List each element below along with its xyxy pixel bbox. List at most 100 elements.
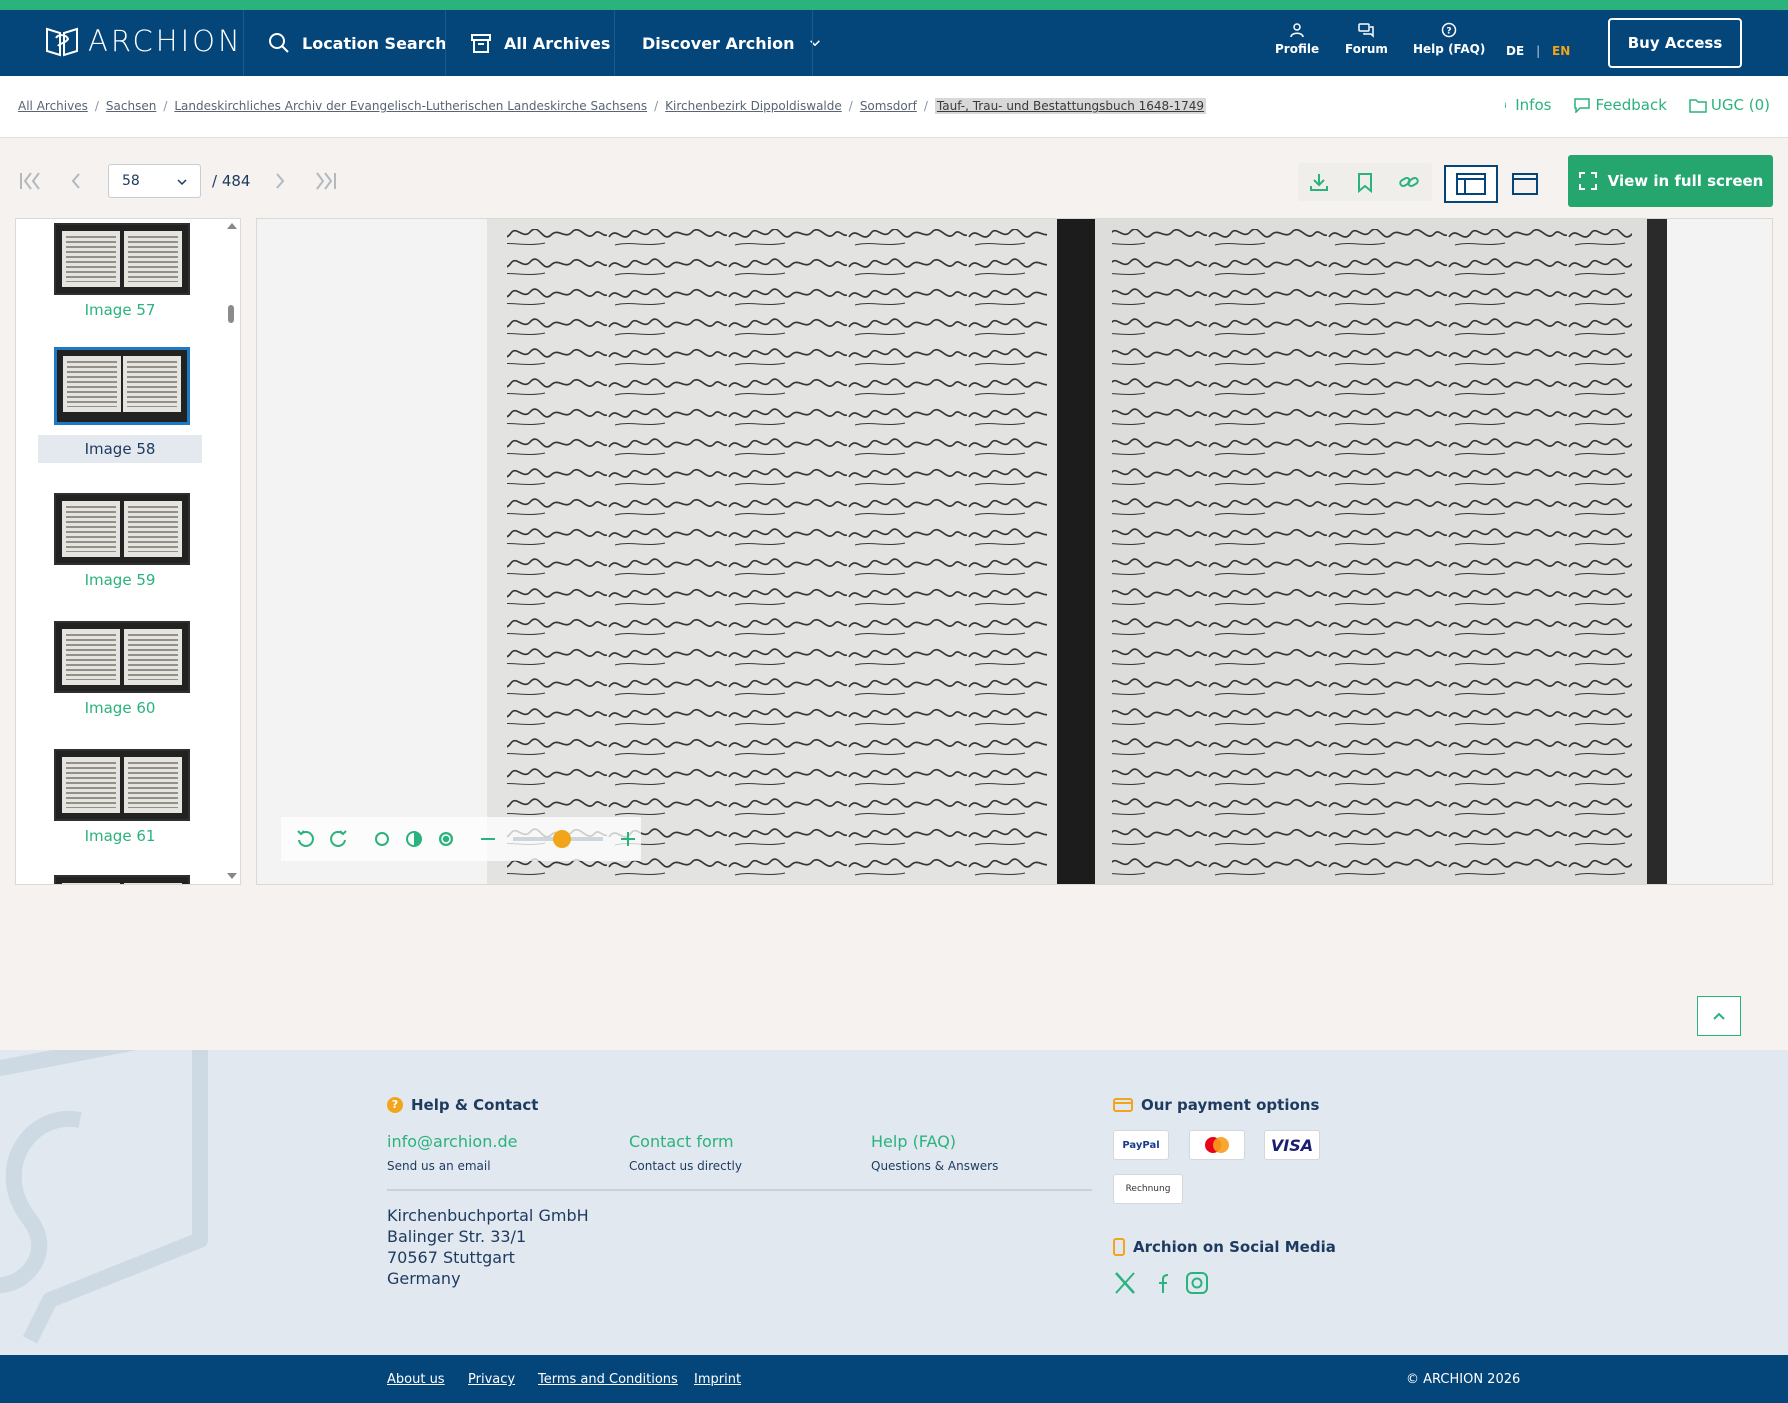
breadcrumb: All Archives / Sachsen / Landeskirchliches… (18, 98, 1207, 114)
mastercard-logo (1189, 1130, 1245, 1160)
buy-access-button[interactable]: Buy Access (1608, 18, 1742, 68)
copyright: © ARCHION 2026 (1406, 1372, 1521, 1387)
link-icon[interactable] (1398, 171, 1420, 193)
fullscreen-icon (1578, 172, 1597, 190)
nav-location-search[interactable]: Location Search (268, 10, 447, 76)
visa-logo: VISA (1264, 1130, 1320, 1160)
contact-email-link[interactable]: info@archion.de (387, 1132, 517, 1151)
bottom-bar: About us Privacy Terms and Conditions Im… (0, 1355, 1788, 1403)
address-line: 70567 Stuttgart (387, 1248, 515, 1267)
last-page-icon[interactable] (312, 167, 340, 195)
breadcrumb-separator: / (654, 99, 659, 113)
breadcrumb-link[interactable]: Sachsen (106, 99, 156, 113)
back-to-top-button[interactable] (1697, 996, 1741, 1036)
single-layout-button[interactable] (1498, 165, 1552, 203)
breadcrumb-link[interactable]: Kirchenbezirk Dippoldiswalde (665, 99, 842, 113)
contrast-icon[interactable] (403, 828, 425, 850)
saturation-icon[interactable] (435, 828, 457, 850)
x-icon[interactable] (1112, 1270, 1138, 1296)
search-icon (269, 33, 289, 53)
nav-forum[interactable]: Forum (1345, 22, 1388, 56)
rotate-left-icon[interactable] (295, 828, 317, 850)
download-icon[interactable] (1308, 171, 1330, 193)
address-line: Kirchenbuchportal GmbH (387, 1206, 589, 1225)
terms-link[interactable]: Terms and Conditions (538, 1372, 678, 1387)
facebook-icon[interactable] (1148, 1270, 1174, 1296)
privacy-link[interactable]: Privacy (468, 1372, 515, 1387)
page-actions: Infos Feedback UGC (0) (1505, 96, 1770, 114)
contact-email[interactable]: info@archion.de Send us an email (387, 1132, 517, 1173)
contact-form-sub: Contact us directly (629, 1159, 742, 1173)
archion-logo[interactable]: ARCHION (44, 24, 243, 58)
zoom-in-icon[interactable] (617, 828, 639, 850)
image-viewer[interactable] (256, 218, 1773, 885)
infos-link[interactable]: Infos (1505, 96, 1551, 114)
scanned-register-page (487, 219, 1667, 884)
first-page-icon[interactable] (16, 167, 44, 195)
image-adjust-toolbar (281, 817, 641, 861)
address-line: Balinger Str. 33/1 (387, 1227, 527, 1246)
nav-profile[interactable]: Profile (1275, 22, 1319, 56)
scrollbar-thumb[interactable] (228, 305, 234, 323)
credit-card-icon (1113, 1098, 1133, 1112)
feedback-link[interactable]: Feedback (1573, 96, 1667, 114)
zoom-slider-handle[interactable] (552, 830, 571, 848)
brand-name: ARCHION (88, 24, 243, 58)
breadcrumb-link[interactable]: Landeskirchliches Archiv der Evangelisch… (174, 99, 647, 113)
fullscreen-label: View in full screen (1607, 172, 1764, 190)
lang-de[interactable]: DE (1506, 44, 1524, 58)
zoom-slider[interactable] (513, 830, 603, 848)
ugc-label: UGC (0) (1710, 96, 1770, 114)
previous-page-icon[interactable] (62, 167, 90, 195)
ugc-link[interactable]: UGC (0) (1689, 96, 1770, 114)
contact-faq-link[interactable]: Help (FAQ) (871, 1132, 998, 1151)
thumbnail-image (54, 223, 190, 295)
nav-location-search-label: Location Search (302, 33, 447, 53)
rotate-right-icon[interactable] (327, 828, 349, 850)
breadcrumb-current[interactable]: Tauf-, Trau- und Bestattungsbuch 1648-17… (934, 98, 1207, 114)
breadcrumb-link[interactable]: All Archives (18, 99, 88, 113)
breadcrumb-link[interactable]: Somsdorf (860, 99, 917, 113)
nav-divider (243, 10, 244, 76)
nav-discover-label: Discover Archion (642, 33, 795, 53)
nav-all-archives[interactable]: All Archives (470, 10, 610, 76)
window-layout-icon (1512, 173, 1538, 195)
thumbnail-label: Image 57 (84, 301, 156, 319)
nav-divider (812, 10, 813, 76)
imprint-link[interactable]: Imprint (694, 1372, 741, 1387)
nav-help[interactable]: ? Help (FAQ) (1413, 22, 1485, 56)
next-page-icon[interactable] (266, 167, 294, 195)
contact-faq[interactable]: Help (FAQ) Questions & Answers (871, 1132, 998, 1173)
fullscreen-button[interactable]: View in full screen (1568, 155, 1773, 207)
about-link[interactable]: About us (387, 1372, 445, 1387)
zoom-out-icon[interactable] (477, 828, 499, 850)
contact-form[interactable]: Contact form Contact us directly (629, 1132, 742, 1173)
help-badge-icon: ? (387, 1097, 403, 1113)
bookmark-icon[interactable] (1354, 171, 1376, 193)
chevron-up-icon (1713, 1012, 1725, 1020)
lang-en[interactable]: EN (1552, 44, 1570, 58)
archive-box-icon (471, 34, 491, 53)
nav-divider (614, 10, 615, 76)
page-select[interactable]: 58 (108, 164, 201, 198)
lang-separator: | (1536, 44, 1541, 58)
thumbnail-image (54, 493, 190, 565)
image-actions (1298, 163, 1432, 201)
social-title: Archion on Social Media (1133, 1238, 1336, 1256)
sidebar-layout-button[interactable] (1444, 165, 1498, 203)
company-address: Kirchenbuchportal GmbH Balinger Str. 33/… (387, 1205, 589, 1289)
scroll-down-arrow[interactable] (227, 873, 237, 879)
brightness-icon[interactable] (371, 828, 393, 850)
payment-title: Our payment options (1141, 1096, 1320, 1114)
thumbnail-scrollbar[interactable] (224, 219, 238, 884)
scroll-up-arrow[interactable] (227, 223, 237, 229)
thumbnail-image (54, 347, 190, 425)
thumbnail-image (54, 621, 190, 693)
contact-form-link[interactable]: Contact form (629, 1132, 742, 1151)
feedback-bubble-icon (1574, 98, 1591, 113)
nav-discover-dropdown[interactable]: Discover Archion (642, 10, 823, 76)
mastercard-icon (1205, 1137, 1229, 1153)
thumbnail-panel[interactable]: Image 57 Image 58 Image 59 Image 60 Imag… (15, 218, 241, 885)
breadcrumb-separator: / (94, 99, 99, 113)
instagram-icon[interactable] (1184, 1270, 1210, 1296)
